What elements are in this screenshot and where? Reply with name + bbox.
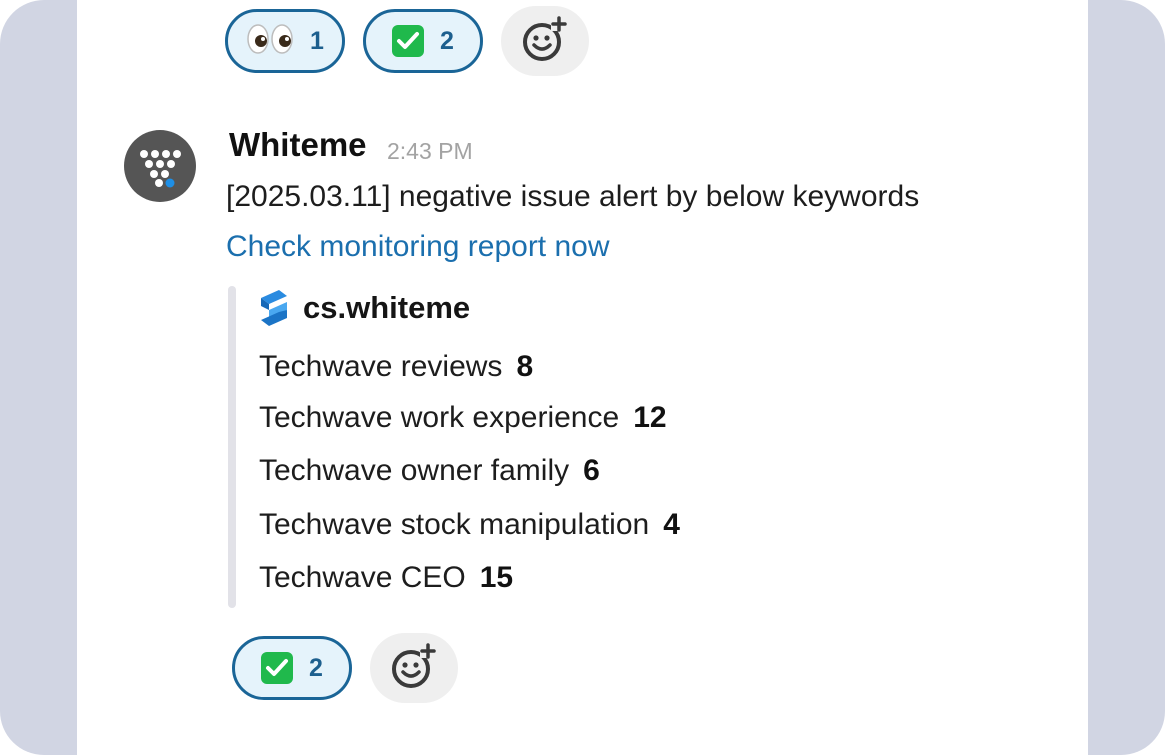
reaction-check[interactable]: 2 (363, 9, 483, 73)
keyword-count: 12 (633, 401, 667, 434)
attachment-source: cs.whiteme (303, 290, 471, 325)
reactions-bar-bottom: 2 (232, 633, 458, 703)
eyes-emoji-icon (246, 21, 294, 62)
window-frame (0, 0, 1165, 755)
whiteme-logo-icon (140, 150, 181, 188)
keyword-count: 4 (663, 508, 680, 541)
check-emoji-icon (261, 652, 294, 684)
add-reaction-icon (521, 15, 569, 68)
check-emoji-icon (392, 25, 425, 57)
source-logo-icon (257, 290, 291, 326)
reaction-count: 1 (310, 26, 324, 55)
message-timestamp[interactable]: 2:43 PM (387, 138, 473, 165)
keyword-row: Techwave stock manipulation 4 (259, 508, 680, 542)
attachment-bar (228, 286, 236, 608)
keyword-label: Techwave CEO (259, 561, 466, 594)
message-text: [2025.03.11] negative issue alert by bel… (226, 180, 920, 213)
keyword-label: Techwave reviews (259, 350, 503, 383)
avatar[interactable] (124, 130, 196, 202)
reaction-check[interactable]: 2 (232, 636, 352, 700)
add-reaction-button[interactable] (501, 6, 589, 76)
monitoring-report-link[interactable]: Check monitoring report now (226, 230, 610, 264)
keyword-count: 15 (479, 561, 514, 594)
add-reaction-button[interactable] (370, 633, 458, 703)
reactions-bar-top: 1 2 (225, 6, 589, 76)
keyword-row: Techwave owner family 6 (259, 454, 600, 488)
keyword-label: Techwave stock manipulation (259, 508, 650, 541)
keyword-row: Techwave work experience 12 (259, 401, 667, 435)
add-reaction-icon (390, 642, 438, 695)
keyword-label: Techwave work experience (259, 401, 620, 434)
reaction-count: 2 (440, 26, 454, 55)
keyword-count: 6 (583, 454, 600, 487)
keyword-label: Techwave owner family (259, 454, 570, 487)
message-author[interactable]: Whiteme (229, 126, 367, 164)
keyword-row: Techwave reviews 8 (259, 350, 533, 384)
keyword-row: Techwave CEO 15 (259, 561, 513, 595)
keyword-count: 8 (516, 350, 534, 383)
reaction-count: 2 (309, 653, 323, 682)
reaction-eyes[interactable]: 1 (225, 9, 345, 73)
